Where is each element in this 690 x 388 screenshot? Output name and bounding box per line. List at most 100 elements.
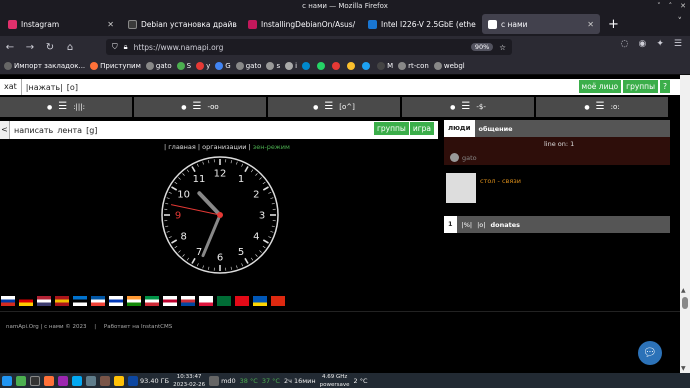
bookmark-item[interactable]: y (196, 62, 210, 70)
flag-italy-icon[interactable] (145, 296, 159, 306)
flag-india-icon[interactable] (127, 296, 141, 306)
weather-indicator[interactable]: 2 °C (354, 377, 368, 385)
flag-korea-icon[interactable] (181, 296, 195, 306)
url-bar[interactable]: ⛉ 🔒︎ https://www.namapi.org 90% ☆ (106, 39, 512, 55)
close-tab-icon[interactable]: ✕ (359, 20, 360, 29)
bookmark-item[interactable]: s (266, 62, 280, 70)
uptime-indicator[interactable]: 2ч 16мин (284, 377, 316, 385)
flag-russia-icon[interactable] (1, 296, 15, 306)
terminal-icon[interactable] (30, 375, 40, 386)
o-link[interactable]: [o] (67, 83, 78, 92)
pocket-icon[interactable]: ◌ (621, 39, 629, 49)
flag-usa-icon[interactable] (37, 296, 51, 306)
cpu-temp[interactable]: 38 °C (240, 377, 258, 385)
reload-icon[interactable]: ↻ (40, 42, 60, 53)
bookmark-item[interactable]: i (285, 62, 297, 70)
minimize-icon[interactable]: ˅ (657, 0, 661, 12)
flag-turkey-icon[interactable] (235, 296, 249, 306)
filter-4[interactable]: ● ☰ -$- (402, 97, 536, 117)
new-tab-button[interactable]: + (608, 17, 619, 32)
flag-spain-icon[interactable] (55, 296, 69, 306)
filter-3[interactable]: ● ☰ [o^] (268, 97, 402, 117)
bookmark-item[interactable] (347, 62, 357, 70)
flag-ukraine-icon[interactable] (253, 296, 267, 306)
tab-installing-debian[interactable]: InstallingDebianOn/Asus/✕ (242, 14, 360, 34)
filter-1[interactable]: ● ☰:|||: (0, 97, 134, 117)
orgs-link[interactable]: организации (202, 143, 246, 151)
bookmark-item[interactable] (332, 62, 342, 70)
flag-china-icon[interactable] (271, 296, 285, 306)
donate-count[interactable]: 1 (444, 216, 457, 233)
back-icon[interactable]: ← (0, 42, 20, 53)
flag-israel-icon[interactable] (109, 296, 123, 306)
bookmark-item[interactable]: Приступим (90, 62, 141, 70)
bookmark-item[interactable]: rt-con (398, 62, 429, 70)
cpu-freq[interactable]: 4.69 GHz powersave (320, 374, 350, 388)
bookmark-star-icon[interactable]: ☆ (499, 43, 506, 52)
close-tab-icon[interactable]: ✕ (587, 20, 594, 29)
bookmark-item[interactable]: gato (235, 62, 261, 70)
flag-poland-icon[interactable] (199, 296, 213, 306)
bookmark-item[interactable]: webgl (433, 62, 465, 70)
feed-link[interactable]: лента (57, 126, 82, 135)
tab-intel[interactable]: Intel I226-V 2.5GbE (ethe✕ (362, 14, 480, 34)
g-link[interactable]: [g] (86, 126, 97, 135)
online-user[interactable]: gato (450, 153, 477, 162)
zen-mode-link[interactable]: зен-режим (253, 143, 290, 151)
flag-estonia-icon[interactable] (73, 296, 87, 306)
footer-cms-link[interactable]: Работает на InstantCMS (104, 324, 172, 330)
gpu-temp[interactable]: 37 °C (262, 377, 280, 385)
home-icon[interactable]: ⌂ (60, 42, 80, 53)
close-tab-icon[interactable]: ✕ (107, 20, 114, 29)
filter-5[interactable]: ● ☰:o: (536, 97, 670, 117)
help-button[interactable]: ? (660, 80, 670, 93)
forward-icon[interactable]: → (20, 42, 40, 53)
flag-saudi-icon[interactable] (217, 296, 231, 306)
donates-label[interactable]: donates (490, 221, 520, 229)
groups-button[interactable]: группы (373, 122, 409, 135)
close-icon[interactable]: ✕ (680, 0, 686, 12)
app-menu-icon[interactable] (2, 375, 12, 386)
tab-debian[interactable]: Debian установка драйв✕ (122, 14, 240, 34)
groups-button[interactable]: группы (623, 80, 659, 93)
bookmark-item[interactable]: Импорт закладок... (4, 62, 85, 70)
press-link[interactable]: |нажать| (26, 83, 63, 92)
extensions-icon[interactable]: ✦ (656, 39, 664, 49)
menu-icon[interactable]: ☰ (674, 39, 682, 49)
xat-button[interactable]: xat (0, 79, 22, 95)
main-link[interactable]: главная (168, 143, 196, 151)
lock-icon[interactable]: 🔒︎ (124, 42, 128, 52)
scroll-thumb[interactable] (682, 297, 688, 309)
flag-germany-icon[interactable] (19, 296, 33, 306)
bookmark-item[interactable] (317, 62, 327, 70)
disk-indicator[interactable]: md0 (209, 375, 236, 386)
page-scrollbar[interactable]: ▲ ▼ (680, 75, 690, 373)
flag-japan-icon[interactable] (163, 296, 177, 306)
post-thumbnail[interactable] (446, 173, 476, 203)
bookmark-item[interactable] (362, 62, 372, 70)
percent-link[interactable]: |%| (462, 221, 473, 229)
tab-instagram[interactable]: Instagram ✕ (2, 14, 120, 34)
flag-france-icon[interactable] (91, 296, 105, 306)
game-button[interactable]: игра (409, 122, 434, 135)
clock-indicator[interactable]: 10:33:47 2023-02-26 (173, 374, 205, 388)
firefox-icon[interactable] (44, 375, 54, 386)
chat-bubble-icon[interactable]: 💬︎ (638, 341, 662, 365)
tab-s-nami[interactable]: с нами ✕ (482, 14, 600, 34)
scroll-down-icon[interactable]: ▼ (681, 365, 686, 372)
bookmark-item[interactable]: G (215, 62, 231, 70)
post-title[interactable]: стол - связи (480, 177, 521, 185)
o-link[interactable]: |o| (477, 221, 485, 229)
bookmark-item[interactable]: M (377, 62, 393, 70)
bookmark-item[interactable]: S (176, 62, 191, 70)
url-text[interactable]: https://www.namapi.org (134, 43, 224, 52)
people-tab[interactable]: люди (444, 120, 475, 137)
app-icon[interactable] (100, 375, 110, 386)
account-icon[interactable]: ◉ (639, 39, 647, 49)
bookmark-item[interactable]: gato (145, 62, 172, 70)
shield-icon[interactable]: ⛉ (112, 42, 118, 52)
write-link[interactable]: написать (14, 126, 53, 135)
memory-indicator[interactable]: 93.40 ГБ (128, 375, 169, 386)
app-icon[interactable] (114, 375, 124, 386)
app-icon[interactable] (72, 375, 82, 386)
